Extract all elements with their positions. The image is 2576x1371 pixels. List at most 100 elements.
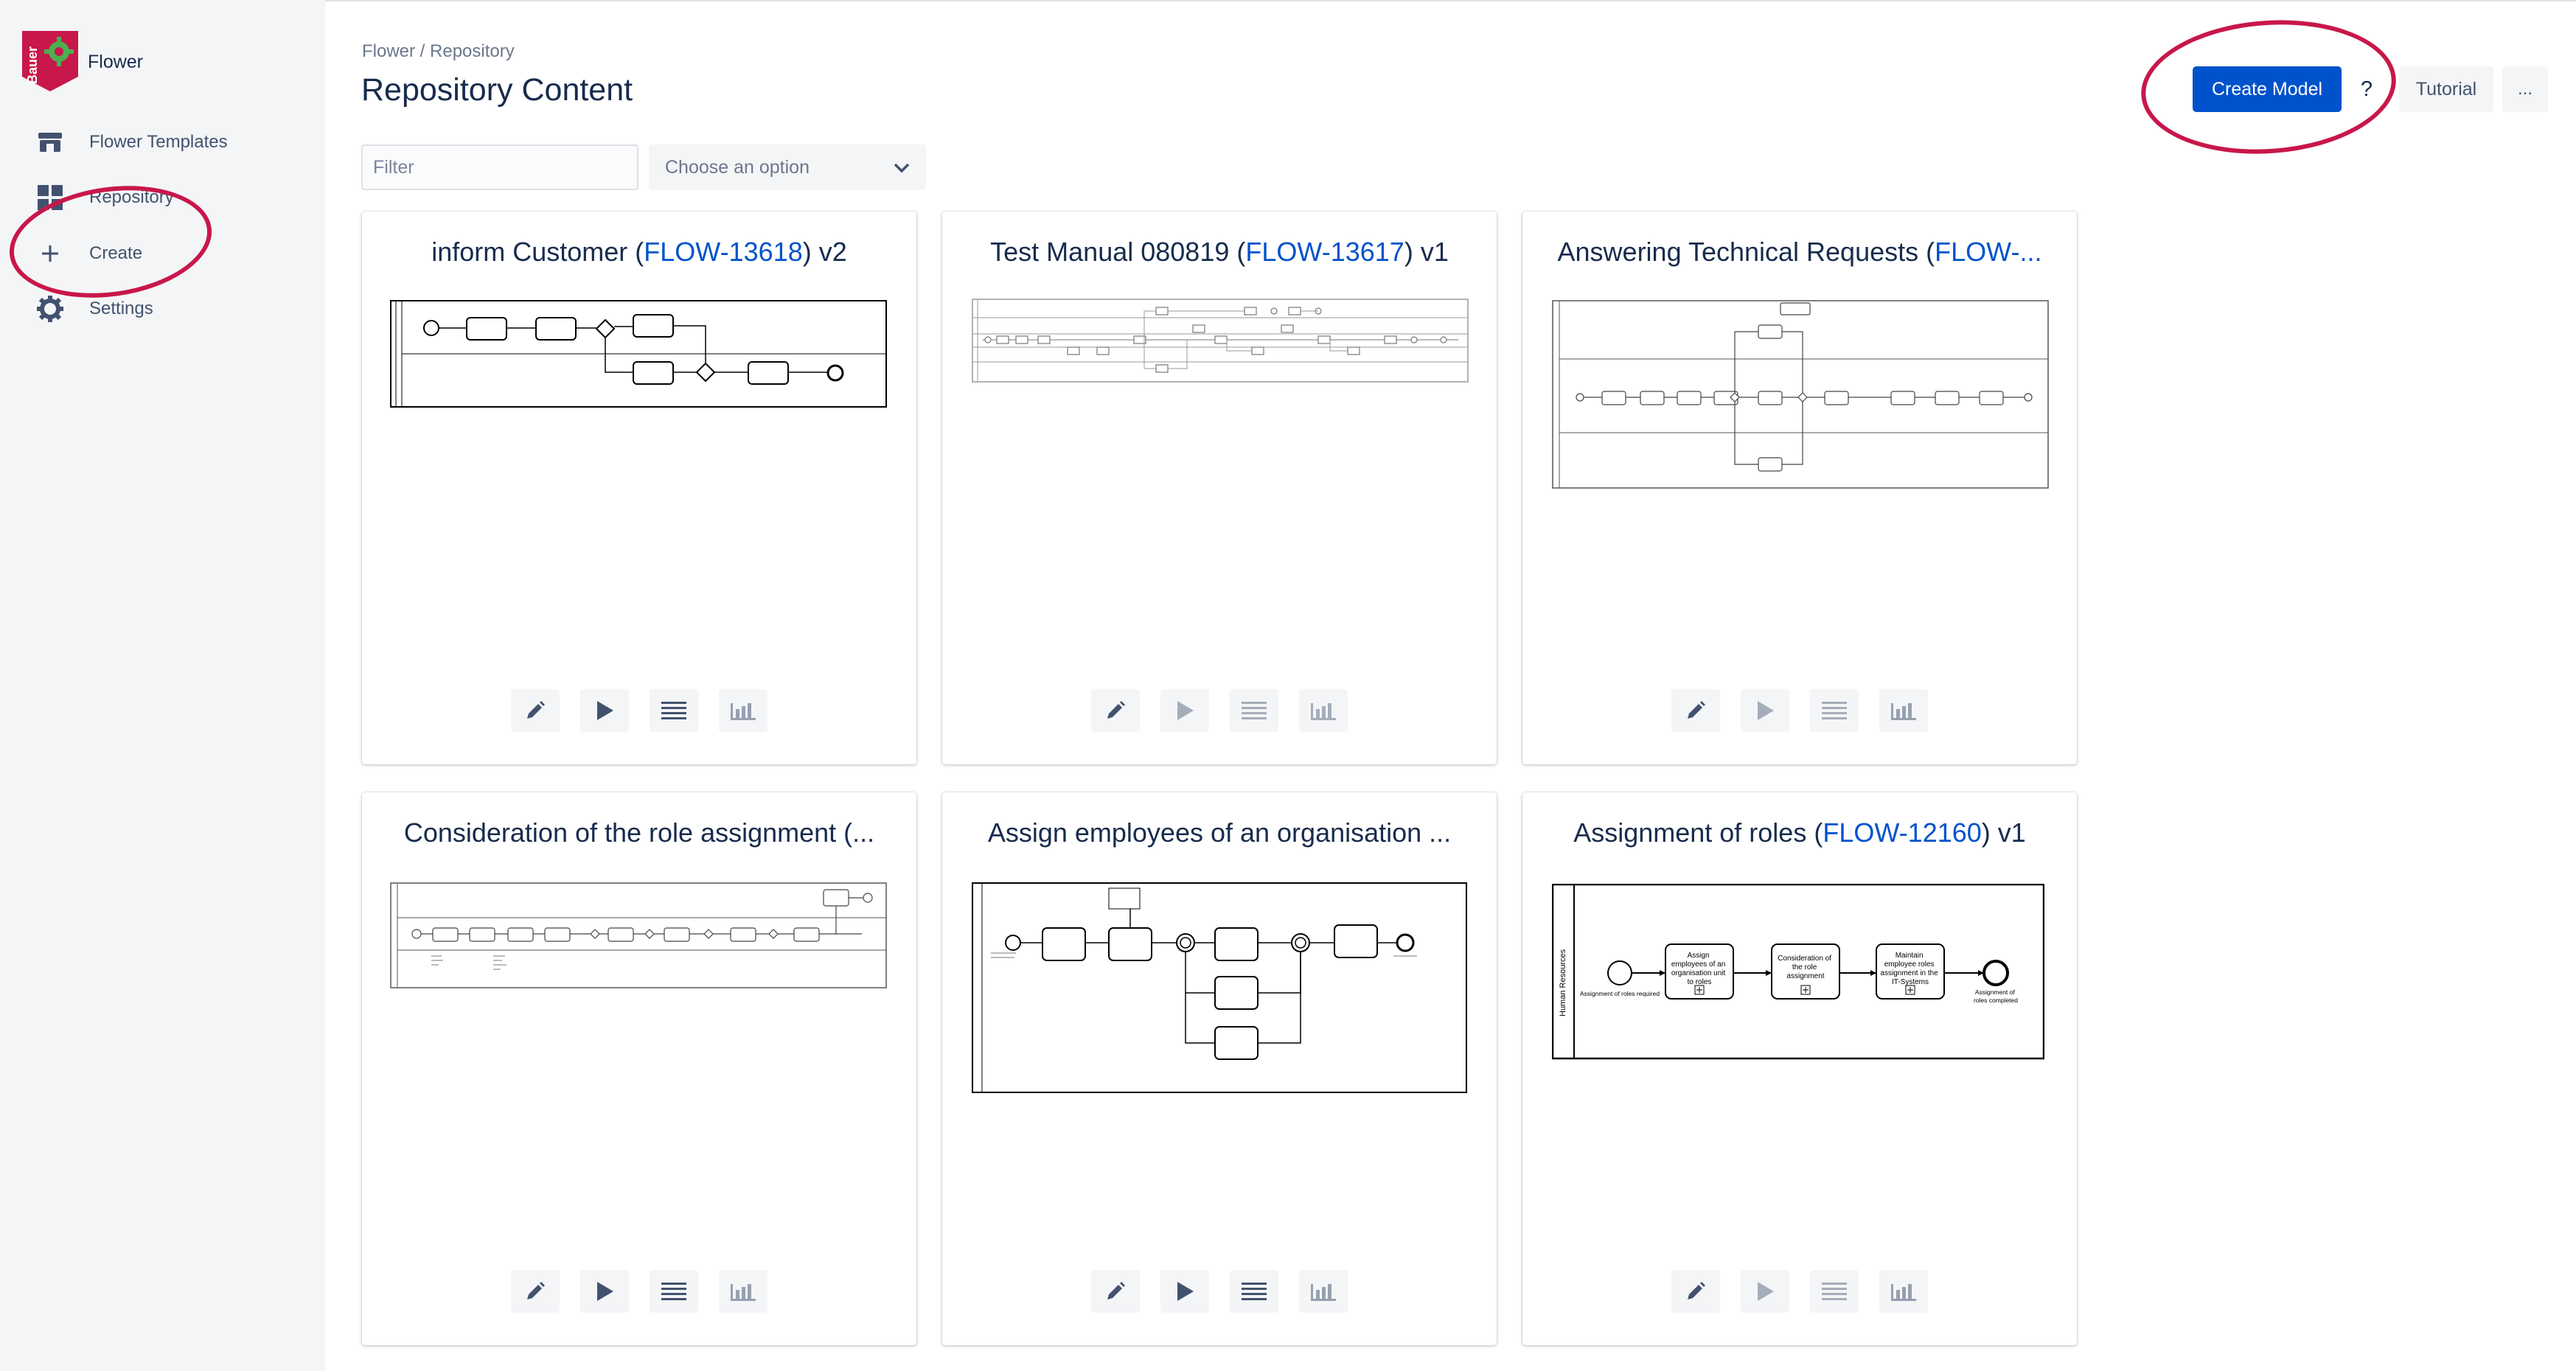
run-button[interactable] — [1160, 689, 1209, 732]
sidebar-item-label: Settings — [89, 299, 153, 318]
chevron-down-icon — [894, 157, 910, 178]
task-label: IT-Systems — [1892, 978, 1929, 986]
list-button[interactable] — [1230, 689, 1278, 732]
list-button[interactable] — [1230, 1270, 1278, 1313]
bar-chart-icon — [731, 703, 756, 720]
card-title: Test Manual 080819 (FLOW-13617) v1 — [990, 237, 1449, 267]
filter-input[interactable] — [361, 144, 638, 190]
statistics-button[interactable] — [1879, 689, 1928, 732]
play-icon — [1758, 1282, 1774, 1301]
bar-chart-icon — [1311, 1284, 1336, 1301]
process-diagram-thumbnail[interactable] — [972, 882, 1467, 1095]
list-button[interactable] — [1810, 1270, 1859, 1313]
sidebar: Bauer Flower Flower Templates Repository… — [0, 0, 325, 1371]
pencil-icon — [1107, 701, 1125, 719]
process-diagram-thumbnail[interactable] — [390, 300, 887, 408]
edit-button[interactable] — [1091, 1270, 1140, 1313]
pencil-icon — [1688, 1282, 1705, 1300]
sidebar-item-label: Repository — [89, 187, 174, 207]
pencil-icon — [527, 701, 545, 719]
task-label: organisation unit — [1671, 969, 1726, 977]
run-button[interactable] — [1741, 1270, 1789, 1313]
task-label: assignment in the — [1880, 969, 1938, 977]
grid-icon — [35, 183, 65, 212]
sidebar-item-settings[interactable]: Settings — [35, 288, 153, 329]
play-icon — [597, 701, 613, 720]
statistics-button[interactable] — [1879, 1270, 1928, 1313]
task-label: assignment — [1786, 972, 1824, 980]
model-key-link[interactable]: FLOW-12160 — [1823, 817, 1981, 848]
model-key-link[interactable]: FLOW-... — [1935, 237, 2041, 267]
list-icon — [1242, 702, 1267, 719]
sidebar-item-repository[interactable]: Repository — [35, 177, 174, 218]
model-card[interactable]: Assign employees of an organisation ... — [942, 792, 1497, 1345]
create-model-button[interactable]: Create Model — [2193, 66, 2342, 112]
run-button[interactable] — [580, 689, 629, 732]
sidebar-item-label: Create — [89, 243, 143, 263]
store-icon — [35, 128, 65, 157]
card-title: Assignment of roles (FLOW-12160) v1 — [1573, 817, 2026, 848]
list-button[interactable] — [650, 1270, 698, 1313]
tutorial-button[interactable]: Tutorial — [2399, 66, 2493, 112]
help-button[interactable]: ? — [2352, 68, 2381, 111]
task-label: the role — [1792, 963, 1817, 971]
model-key-link[interactable]: FLOW-13618 — [644, 237, 802, 267]
plus-icon — [35, 239, 65, 268]
bar-chart-icon — [1891, 1284, 1916, 1301]
bauer-logo[interactable]: Bauer — [22, 31, 78, 91]
select-value: Choose an option — [665, 156, 810, 178]
bar-chart-icon — [1311, 703, 1336, 720]
logo-text: Bauer — [25, 46, 40, 84]
top-border — [0, 0, 2576, 1]
app-name: Flower — [88, 52, 144, 72]
card-title: Consideration of the role assignment (..… — [403, 817, 875, 848]
statistics-button[interactable] — [1299, 689, 1348, 732]
model-card[interactable]: Test Manual 080819 (FLOW-13617) v1 — [942, 212, 1497, 764]
sidebar-item-label: Flower Templates — [89, 132, 228, 152]
sidebar-item-flower-templates[interactable]: Flower Templates — [35, 122, 228, 163]
statistics-button[interactable] — [1299, 1270, 1348, 1313]
task-label: employee roles — [1884, 960, 1935, 969]
task-label: Maintain — [1896, 952, 1924, 960]
start-event-label: Assignment of roles required — [1580, 990, 1660, 997]
edit-button[interactable] — [511, 689, 560, 732]
run-button[interactable] — [1741, 689, 1789, 732]
task-label: Assign — [1688, 952, 1710, 960]
edit-button[interactable] — [1091, 689, 1140, 732]
process-diagram-thumbnail[interactable] — [1552, 300, 2049, 490]
sidebar-item-create[interactable]: Create — [35, 233, 142, 274]
run-button[interactable] — [1160, 1270, 1209, 1313]
statistics-button[interactable] — [719, 1270, 767, 1313]
more-button[interactable]: ... — [2502, 66, 2548, 112]
page-title: Repository Content — [361, 72, 633, 108]
play-icon — [1177, 701, 1194, 720]
gear-icon — [35, 294, 65, 324]
process-diagram-thumbnail[interactable] — [390, 882, 887, 988]
process-diagram-thumbnail[interactable]: Human Resources Assignment of roles requ… — [1552, 884, 2044, 1061]
list-icon — [1822, 1283, 1847, 1300]
end-event-label: roles completed — [1974, 997, 2018, 1004]
edit-button[interactable] — [1671, 1270, 1720, 1313]
statistics-button[interactable] — [719, 689, 767, 732]
edit-button[interactable] — [1671, 689, 1720, 732]
card-title: Assign employees of an organisation ... — [987, 817, 1452, 848]
list-button[interactable] — [1810, 689, 1859, 732]
model-card[interactable]: Answering Technical Requests (FLOW-... — [1522, 212, 2077, 764]
edit-button[interactable] — [511, 1270, 560, 1313]
run-button[interactable] — [580, 1270, 629, 1313]
model-card[interactable]: inform Customer (FLOW-13618) v2 — [362, 212, 916, 764]
play-icon — [1177, 1282, 1194, 1301]
list-icon — [1242, 1283, 1267, 1300]
task-label: employees of an — [1671, 960, 1725, 969]
model-key-link[interactable]: FLOW-13617 — [1245, 237, 1404, 267]
model-card[interactable]: Consideration of the role assignment (..… — [362, 792, 916, 1345]
pencil-icon — [1688, 701, 1705, 719]
process-diagram-thumbnail[interactable] — [972, 299, 1469, 384]
breadcrumb[interactable]: Flower / Repository — [362, 41, 515, 62]
lane-label: Human Resources — [1559, 949, 1567, 1016]
task-label: Consideration of — [1778, 955, 1831, 963]
category-select[interactable]: Choose an option — [649, 144, 926, 190]
list-button[interactable] — [650, 689, 698, 732]
bar-chart-icon — [1891, 703, 1916, 720]
model-card[interactable]: Assignment of roles (FLOW-12160) v1 Huma… — [1522, 792, 2077, 1345]
